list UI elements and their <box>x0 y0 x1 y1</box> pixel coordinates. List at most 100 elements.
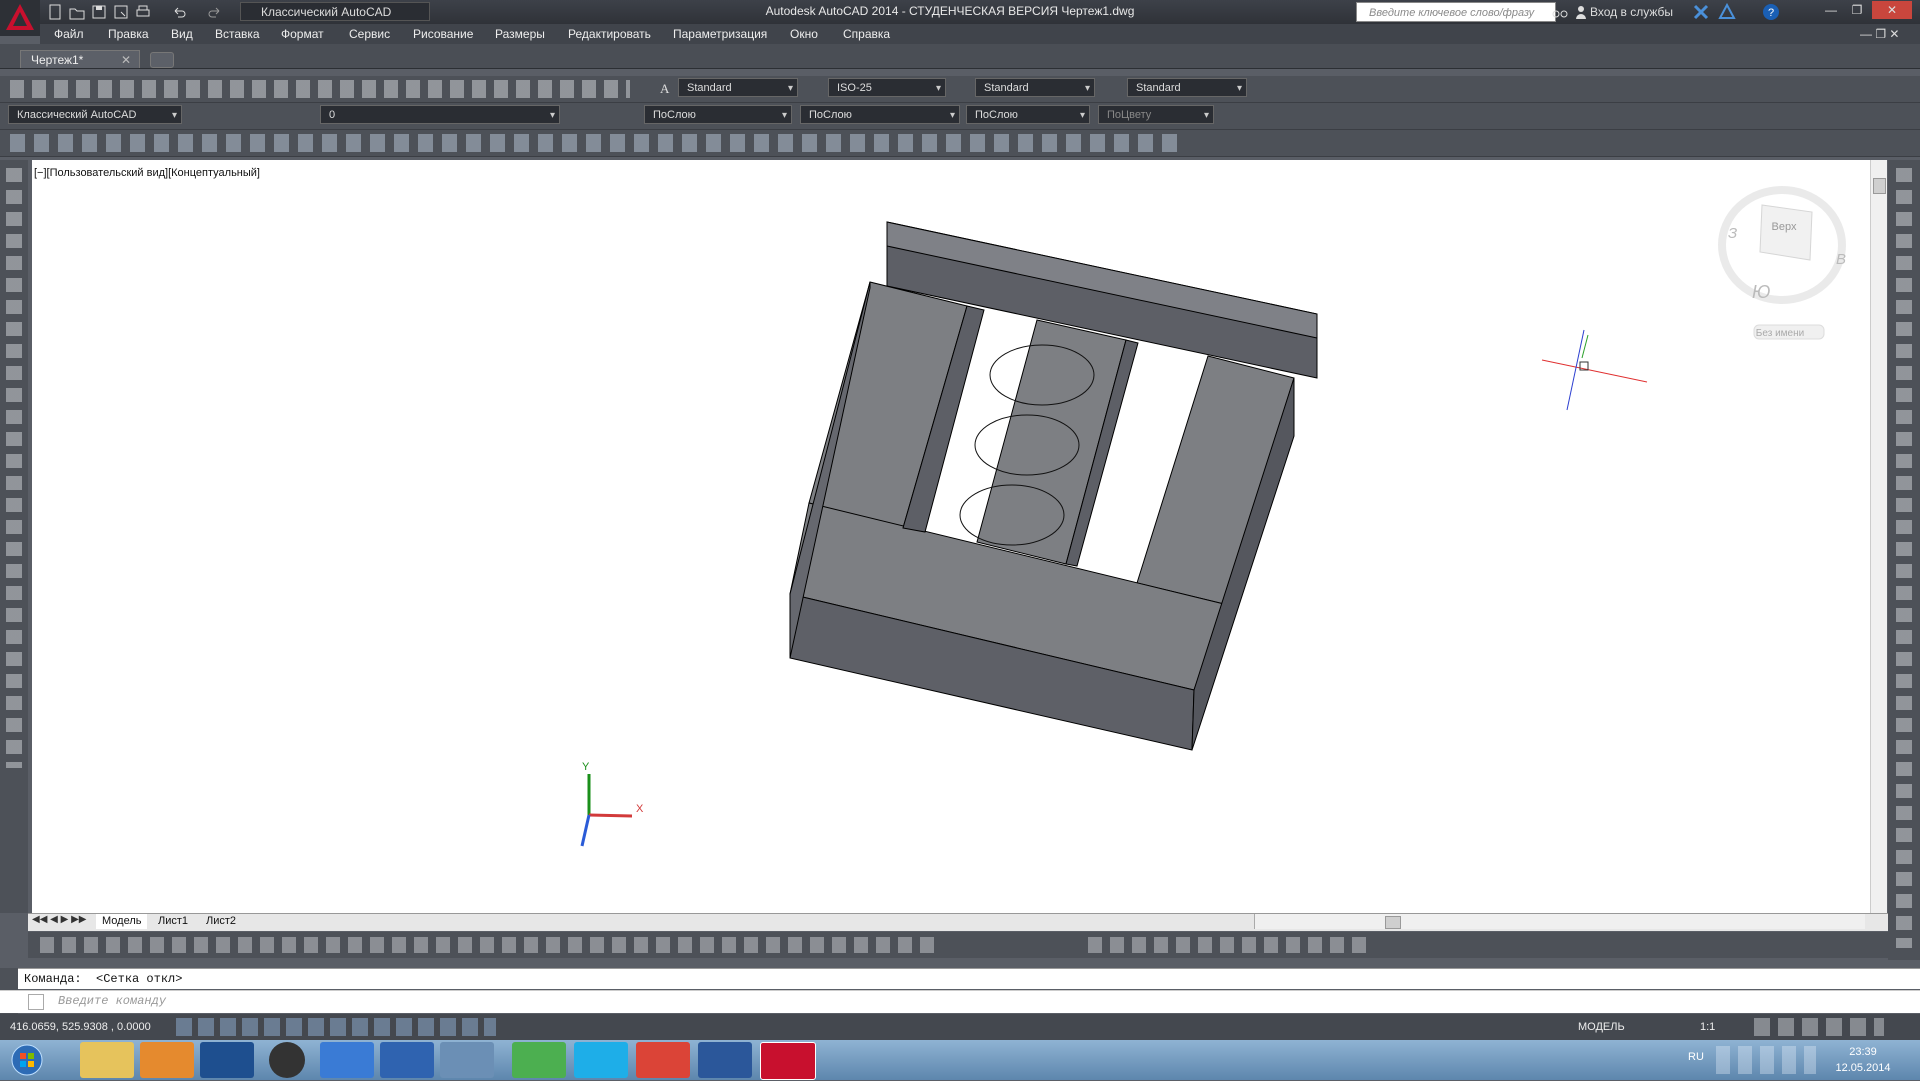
model-space-button[interactable]: МОДЕЛЬ <box>1578 1021 1625 1033</box>
horizontal-scrollbar[interactable] <box>1254 914 1865 929</box>
status-tray-icons[interactable] <box>1754 1018 1884 1036</box>
plotstyle-value: ПоЦвету <box>1107 109 1152 121</box>
clock[interactable]: 23:39 12.05.2014 <box>1828 1044 1898 1076</box>
media-player-taskbar-icon[interactable] <box>140 1042 194 1078</box>
e-core-solid[interactable] <box>789 221 1318 751</box>
modify-toolbar-icons[interactable] <box>1896 168 1912 948</box>
layout-nav-arrows[interactable]: ◀◀ ◀ ▶ ▶▶ <box>32 914 86 925</box>
mleader-style-combo[interactable]: Standard <box>1127 78 1247 97</box>
modeling-toolbar-icons[interactable] <box>10 134 1180 152</box>
viewcube-west-label[interactable]: З <box>1728 225 1737 242</box>
skype-taskbar-icon[interactable] <box>574 1042 628 1078</box>
menu-file[interactable]: Файл <box>54 27 84 41</box>
viewcube-top-label[interactable]: Верх <box>1772 221 1797 233</box>
navigation-toolbar-icons[interactable] <box>1088 937 1368 953</box>
autocad-logo-icon <box>6 4 34 30</box>
menu-help[interactable]: Справка <box>843 27 890 41</box>
dim-style-combo[interactable]: ISO-25 <box>828 78 946 97</box>
tab-layout1[interactable]: Лист1 <box>152 914 194 929</box>
utorrent-taskbar-icon[interactable] <box>512 1042 566 1078</box>
exchange-apps-icon[interactable] <box>1692 3 1710 21</box>
bottom-toolbar-icons[interactable] <box>40 937 940 953</box>
table-style-combo[interactable]: Standard <box>975 78 1095 97</box>
color-combo[interactable]: ПоСлою <box>644 105 792 124</box>
annotation-scale[interactable]: 1:1 <box>1700 1021 1715 1033</box>
linetype-value: ПоСлою <box>809 109 852 121</box>
workspace-combo[interactable]: Классический AutoCAD <box>8 105 182 124</box>
menu-format[interactable]: Формат <box>281 27 324 41</box>
open-file-icon[interactable] <box>68 3 86 21</box>
modify-toolbar <box>1888 160 1920 960</box>
undo-icon[interactable] <box>170 3 188 21</box>
menu-edit[interactable]: Правка <box>108 27 149 41</box>
system-tray-icons[interactable] <box>1716 1046 1816 1074</box>
start-button[interactable] <box>4 1042 50 1078</box>
volume-app-taskbar-icon[interactable] <box>440 1042 494 1078</box>
help-icon[interactable]: ? <box>1762 3 1780 21</box>
print-icon[interactable] <box>134 3 152 21</box>
word-taskbar-icon[interactable] <box>698 1042 752 1078</box>
menu-parametric[interactable]: Параметризация <box>673 27 767 41</box>
menu-view[interactable]: Вид <box>171 27 193 41</box>
hp-taskbar-icon[interactable] <box>269 1042 305 1078</box>
linetype-combo[interactable]: ПоСлою <box>800 105 960 124</box>
viewcube-east-label[interactable]: В <box>1836 251 1846 268</box>
restore-window-icon[interactable]: ❐ <box>1844 1 1870 19</box>
save-as-icon[interactable] <box>112 3 130 21</box>
file-tab-drawing1[interactable]: Чертеж1* ✕ <box>20 50 140 68</box>
workspace-combo-value: Классический AutoCAD <box>17 109 137 121</box>
user-icon <box>1574 4 1588 20</box>
viewcube[interactable] <box>1718 186 1846 304</box>
workspace-selector[interactable]: Классический AutoCAD <box>240 2 430 21</box>
save-icon[interactable] <box>90 3 108 21</box>
plotstyle-combo[interactable]: ПоЦвету <box>1098 105 1214 124</box>
sign-in-button[interactable]: Вход в службы <box>1590 5 1673 19</box>
menu-window[interactable]: Окно <box>790 27 818 41</box>
text-style-value: Standard <box>687 82 732 94</box>
binoculars-icon[interactable] <box>1552 4 1568 20</box>
text-style-icon[interactable]: A <box>658 80 674 96</box>
autocad-taskbar-icon[interactable] <box>760 1042 816 1080</box>
coordinate-readout[interactable]: 416.0659, 525.9308 , 0.0000 <box>10 1021 151 1033</box>
language-indicator[interactable]: RU <box>1688 1051 1704 1063</box>
explorer-taskbar-icon[interactable] <box>80 1042 134 1078</box>
lineweight-combo[interactable]: ПоСлою <box>966 105 1090 124</box>
menu-modify[interactable]: Редактировать <box>568 27 651 41</box>
application-menu-button[interactable] <box>0 0 40 36</box>
close-tab-icon[interactable]: ✕ <box>121 51 131 69</box>
close-window-icon[interactable]: ✕ <box>1872 1 1912 19</box>
command-prompt-icon[interactable] <box>28 994 44 1010</box>
tab-layout2[interactable]: Лист2 <box>200 914 242 929</box>
menu-tools[interactable]: Сервис <box>349 27 390 41</box>
color-value: ПоСлою <box>653 109 696 121</box>
drafting-settings-toggles[interactable] <box>176 1018 496 1036</box>
mleader-style-value: Standard <box>1136 82 1181 94</box>
autodesk-360-icon[interactable] <box>1718 2 1736 21</box>
menu-draw[interactable]: Рисование <box>413 27 473 41</box>
horizontal-scroll-thumb[interactable] <box>1385 916 1401 929</box>
vertical-scroll-thumb[interactable] <box>1873 178 1886 194</box>
viewport-controls[interactable]: [−][Пользовательский вид][Концептуальный… <box>34 167 260 179</box>
standard-toolbar-icons[interactable] <box>10 80 630 98</box>
ucs-icon[interactable] <box>580 774 633 847</box>
mail-ru-taskbar-icon[interactable] <box>380 1042 434 1078</box>
drawing-canvas[interactable]: Верх З В Ю Без имени Y X <box>32 160 1872 913</box>
command-input[interactable] <box>0 990 1920 1013</box>
mail-taskbar-icon[interactable] <box>320 1042 374 1078</box>
redo-icon[interactable] <box>206 3 224 21</box>
draw-toolbar-icons[interactable] <box>6 168 22 768</box>
viewcube-south-label[interactable]: Ю <box>1752 282 1770 302</box>
menu-dimension[interactable]: Размеры <box>495 27 545 41</box>
tab-model[interactable]: Модель <box>96 914 148 929</box>
help-search-input[interactable]: Введите ключевое слово/фразу <box>1356 2 1556 22</box>
new-file-icon[interactable] <box>46 3 64 21</box>
text-style-combo[interactable]: Standard <box>678 78 798 97</box>
minimize-window-icon[interactable]: — <box>1818 1 1844 19</box>
doc-window-controls[interactable]: — ❐ ✕ <box>1860 27 1899 41</box>
vertical-scrollbar[interactable] <box>1870 160 1887 913</box>
task-app-taskbar-icon[interactable] <box>200 1042 254 1078</box>
new-tab-icon[interactable] <box>150 52 174 68</box>
layer-combo[interactable]: 0 <box>320 105 560 124</box>
menu-insert[interactable]: Вставка <box>215 27 260 41</box>
chrome-taskbar-icon[interactable] <box>636 1042 690 1078</box>
